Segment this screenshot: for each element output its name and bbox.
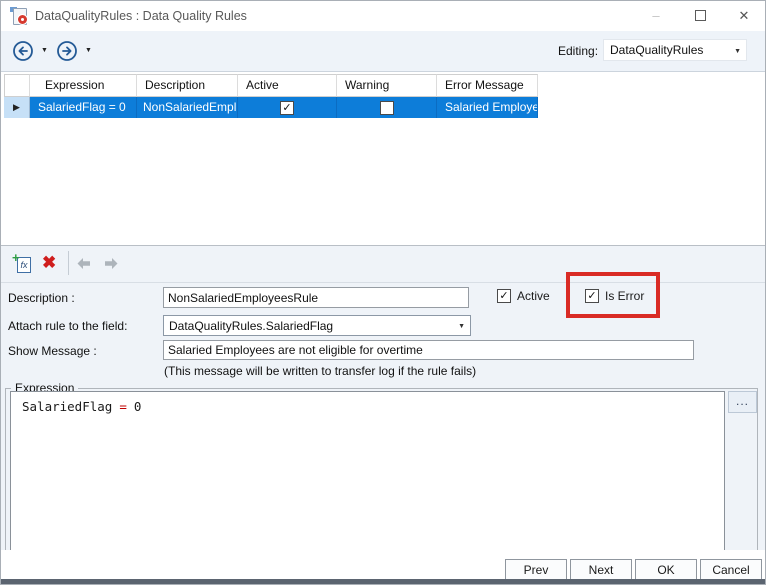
cell-warning[interactable] — [337, 97, 437, 118]
column-header-warning[interactable]: Warning — [337, 74, 437, 97]
row-selector-cell[interactable]: ▶ — [4, 97, 30, 118]
minimize-icon[interactable]: – — [639, 1, 673, 31]
window-title: DataQualityRules : Data Quality Rules — [35, 9, 247, 23]
column-header-active[interactable]: Active — [238, 74, 337, 97]
column-header-description[interactable]: Description — [137, 74, 238, 97]
back-icon[interactable] — [12, 40, 34, 62]
grid-header-row: Expression Description Active Warning Er… — [4, 74, 538, 97]
window-bottom-edge — [1, 579, 765, 584]
close-icon[interactable]: ✕ — [727, 1, 761, 31]
delete-rule-icon[interactable]: ✖ — [42, 252, 56, 274]
footer-button-bar: Prev Next OK Cancel — [1, 550, 765, 579]
is-error-highlight-annotation — [566, 272, 660, 318]
toolbar-separator — [68, 251, 69, 275]
expression-operator: = — [119, 399, 127, 414]
navigation-toolbar: ▼ ▼ Editing: DataQualityRules ▼ — [1, 31, 765, 72]
cell-active[interactable]: ✓ — [238, 97, 337, 118]
attach-field-combobox[interactable]: DataQualityRules.SalariedFlag ▼ — [163, 315, 471, 336]
editing-combobox[interactable]: DataQualityRules ▼ — [603, 39, 747, 61]
expression-builder-button[interactable]: ... — [728, 391, 757, 413]
cell-error-message[interactable]: Salaried Employe... — [437, 97, 538, 118]
editing-value: DataQualityRules — [610, 43, 703, 57]
column-header-expression[interactable]: Expression — [30, 74, 137, 97]
row-pointer-icon: ▶ — [13, 97, 20, 118]
description-field[interactable] — [163, 287, 469, 308]
show-message-field[interactable] — [163, 340, 694, 360]
message-note: (This message will be written to transfe… — [164, 364, 476, 378]
next-rule-arrow-icon[interactable] — [103, 257, 119, 273]
forward-icon[interactable] — [56, 40, 78, 62]
cell-expression[interactable]: SalariedFlag = 0 — [30, 97, 137, 118]
chevron-down-icon: ▼ — [734, 48, 741, 55]
plus-icon: + — [12, 250, 20, 265]
rule-editor-panel: fx + ✖ Description : ✓ Active ✓ Is Error… — [1, 245, 765, 579]
active-checkbox-label: Active — [517, 289, 550, 303]
previous-rule-arrow-icon[interactable] — [76, 257, 92, 273]
rules-grid: Expression Description Active Warning Er… — [1, 72, 765, 244]
active-grid-checkbox[interactable]: ✓ — [280, 101, 294, 115]
title-bar: DataQualityRules : Data Quality Rules – … — [1, 1, 765, 31]
maximize-icon[interactable] — [683, 1, 717, 31]
expression-lhs: SalariedFlag — [22, 399, 112, 414]
attach-rule-label: Attach rule to the field: — [8, 319, 127, 333]
column-header-error-message[interactable]: Error Message — [437, 74, 538, 97]
active-checkbox-group[interactable]: ✓ Active — [497, 289, 550, 303]
chevron-down-icon: ▼ — [458, 323, 465, 330]
description-label: Description : — [8, 291, 75, 305]
forward-dropdown-icon[interactable]: ▼ — [85, 47, 92, 54]
data-quality-rules-icon — [10, 7, 27, 24]
active-checkbox[interactable]: ✓ — [497, 289, 511, 303]
table-row[interactable]: ▶ SalariedFlag = 0 NonSalariedEmpl... ✓ … — [4, 97, 538, 118]
data-quality-rules-dialog: DataQualityRules : Data Quality Rules – … — [0, 0, 766, 585]
show-message-label: Show Message : — [8, 344, 97, 358]
back-dropdown-icon[interactable]: ▼ — [41, 47, 48, 54]
grid-corner-cell — [4, 74, 30, 97]
cell-description[interactable]: NonSalariedEmpl... — [137, 97, 238, 118]
attach-field-value: DataQualityRules.SalariedFlag — [169, 319, 333, 333]
editing-label: Editing: — [558, 44, 598, 58]
expression-editor[interactable]: SalariedFlag = 0 — [10, 391, 725, 551]
expression-rhs: 0 — [134, 399, 142, 414]
warning-grid-checkbox[interactable] — [380, 101, 394, 115]
add-rule-icon[interactable]: fx + — [12, 253, 34, 275]
